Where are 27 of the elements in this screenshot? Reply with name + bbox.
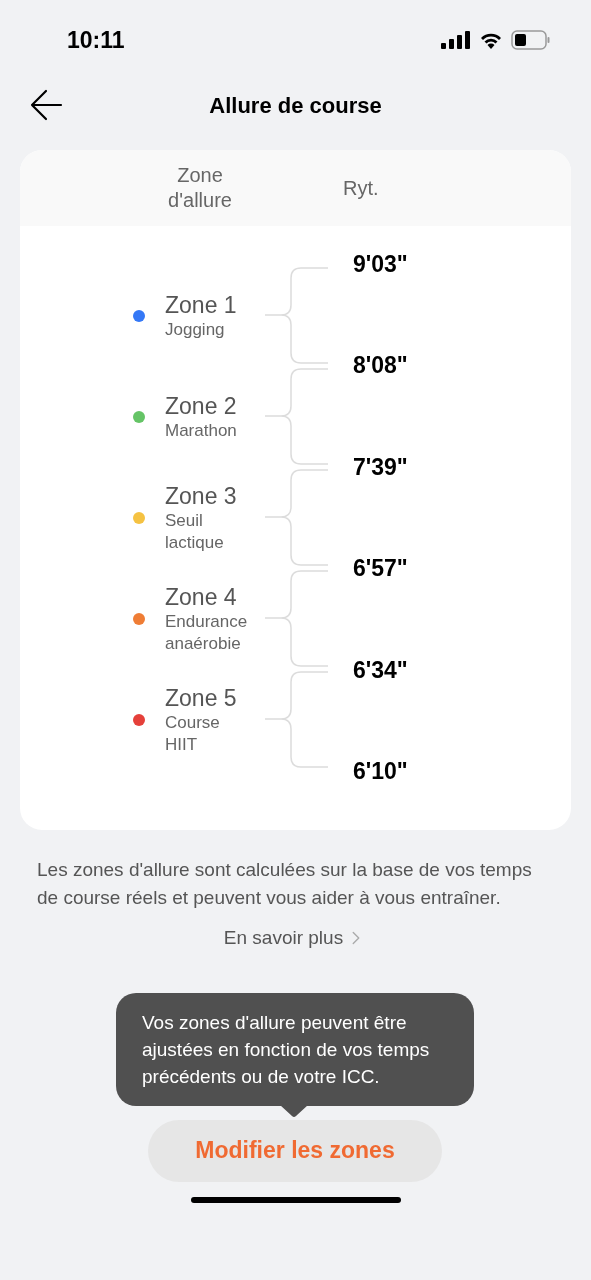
column-header: Zone d'allure bbox=[167, 163, 233, 213]
zone-name: Zone 3 bbox=[165, 481, 238, 510]
zone-name: Zone 5 bbox=[165, 683, 238, 712]
wifi-icon bbox=[479, 31, 503, 49]
pace-value: 8'08" bbox=[353, 351, 408, 380]
zone-name: Zone 2 bbox=[165, 391, 238, 420]
learn-more-link[interactable]: En savoir plus bbox=[223, 924, 368, 953]
zone-label: Marathon bbox=[165, 419, 238, 442]
pace-value: 7'39" bbox=[353, 452, 408, 481]
status-time: 10:11 bbox=[67, 25, 125, 55]
zone-name: Zone 1 bbox=[165, 290, 238, 319]
zone-label: Endurance anaérobie bbox=[165, 610, 249, 655]
pace-value: 9'03" bbox=[353, 250, 408, 278]
back-arrow-icon[interactable] bbox=[29, 89, 63, 121]
zone-label: Course HIIT bbox=[165, 711, 221, 756]
column-header: Ryt. bbox=[343, 176, 379, 201]
page-title: Allure de course bbox=[209, 91, 382, 120]
zone-label: Seuil lactique bbox=[165, 509, 225, 554]
description-text: Les zones d'allure sont calculées sur la base de vos temps de course réels et peuvent vous aider à vous entraîner. bbox=[37, 858, 533, 910]
zone-label: Jogging bbox=[165, 318, 226, 341]
pace-value: 6'10" bbox=[353, 756, 408, 785]
zone-name: Zone 4 bbox=[165, 582, 238, 611]
tooltip-text: Vos zones d'allure peuvent être ajustées en fonction de vos temps précédents ou de votre ICC. bbox=[142, 1010, 431, 1089]
signal-icon bbox=[441, 31, 471, 49]
battery-icon bbox=[511, 30, 551, 50]
pace-value: 6'57" bbox=[353, 554, 408, 583]
pace-value: 6'34" bbox=[353, 655, 408, 684]
